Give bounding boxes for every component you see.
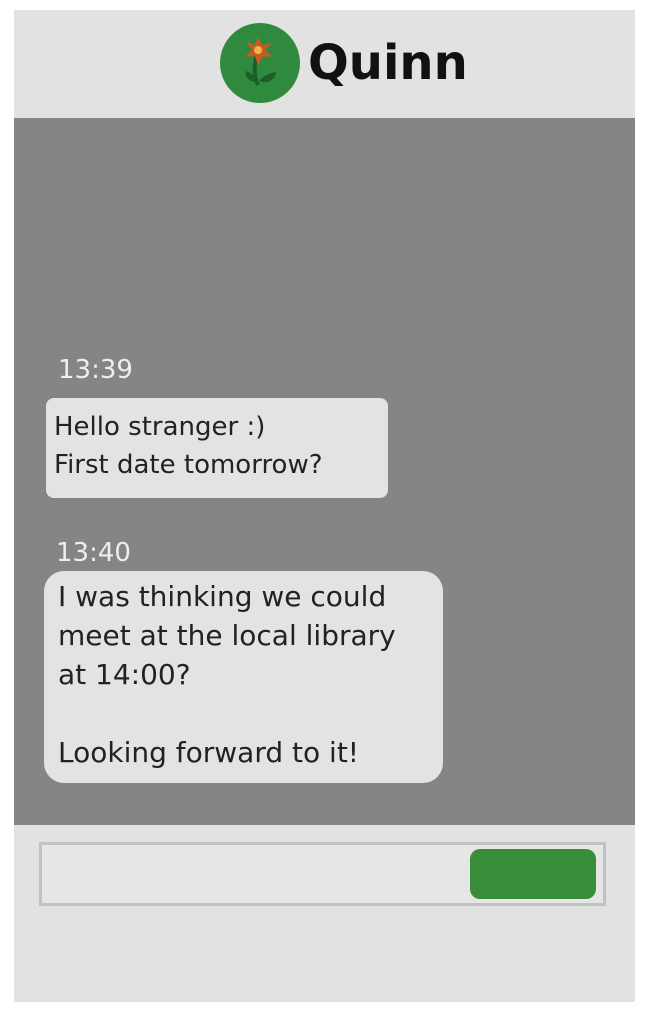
message-line: meet at the local library [58,619,396,652]
message-bubble[interactable]: Hello stranger :) First date tomorrow? [46,398,388,498]
message-line: Looking forward to it! [58,736,360,769]
send-button[interactable] [470,849,596,899]
avatar[interactable] [220,23,300,103]
contact-name: Quinn [308,35,468,91]
phone-screen: Quinn 13:39 Hello stranger :) First date… [14,10,635,1002]
message-timestamp: 13:40 [56,538,131,568]
message-bubble[interactable]: I was thinking we could meet at the loca… [44,571,443,783]
contact-info[interactable]: Quinn [220,23,468,103]
message-line: First date tomorrow? [54,450,323,480]
flower-icon [245,37,276,86]
message-line: I was thinking we could [58,580,387,613]
message-line: Hello stranger :) [54,412,266,442]
message-timestamp: 13:39 [58,355,133,385]
message-list[interactable]: 13:39 Hello stranger :) First date tomor… [14,118,635,825]
message-line: at 14:00? [58,658,191,691]
chat-header: Quinn [14,10,635,118]
